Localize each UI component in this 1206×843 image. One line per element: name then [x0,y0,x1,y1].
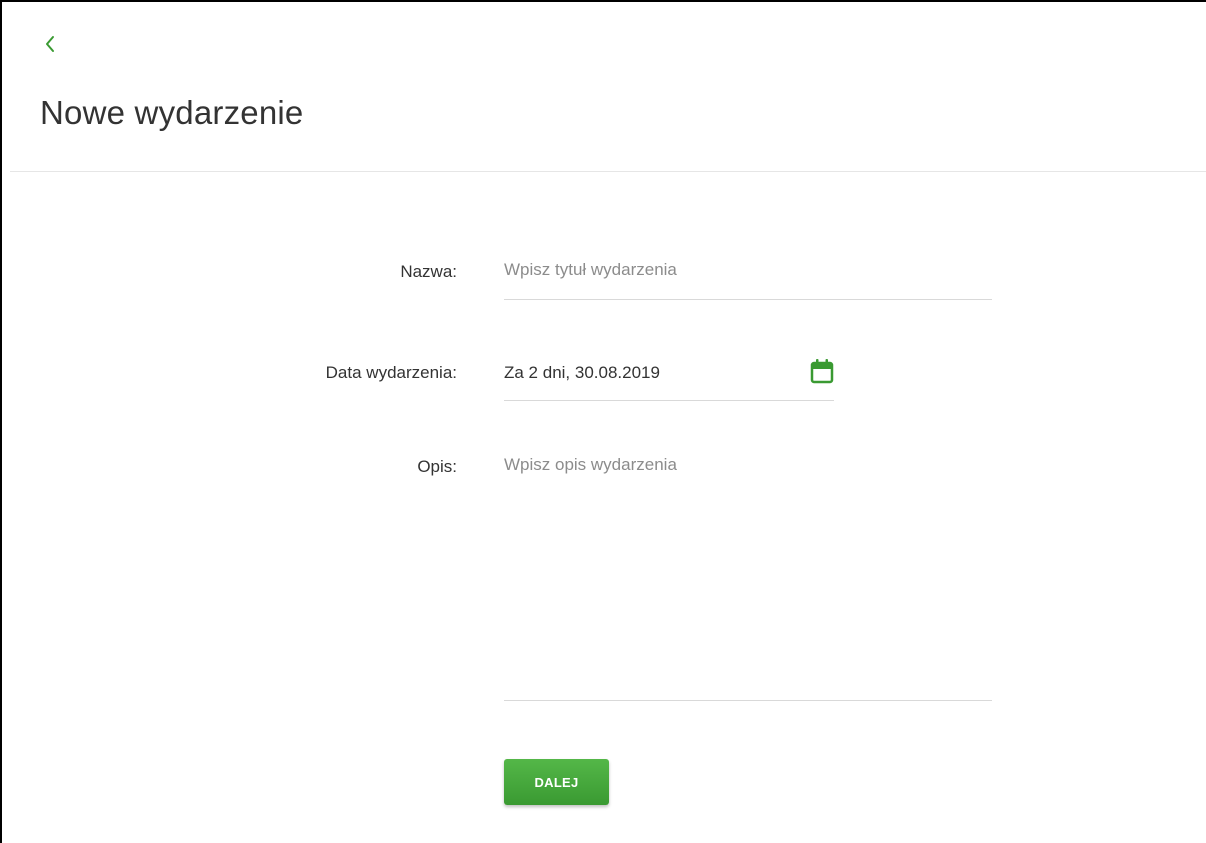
page: Nowe wydarzenie Nazwa: Data wydarzenia: … [0,0,1206,843]
description-field-container [504,455,992,701]
date-field[interactable]: Za 2 dni, 30.08.2019 [504,359,834,401]
calendar-icon[interactable] [810,358,834,384]
date-label: Data wydarzenia: [325,363,457,382]
date-value: Za 2 dni, 30.08.2019 [504,363,660,382]
back-button[interactable] [40,32,62,56]
description-label: Opis: [417,457,457,476]
name-label: Nazwa: [400,262,457,281]
description-textarea[interactable] [504,455,992,691]
header-divider [10,171,1206,172]
name-field-container [504,260,992,300]
chevron-left-icon [40,32,62,56]
name-input[interactable] [504,260,992,280]
page-title: Nowe wydarzenie [40,94,304,131]
next-button[interactable]: DALEJ [504,759,609,805]
